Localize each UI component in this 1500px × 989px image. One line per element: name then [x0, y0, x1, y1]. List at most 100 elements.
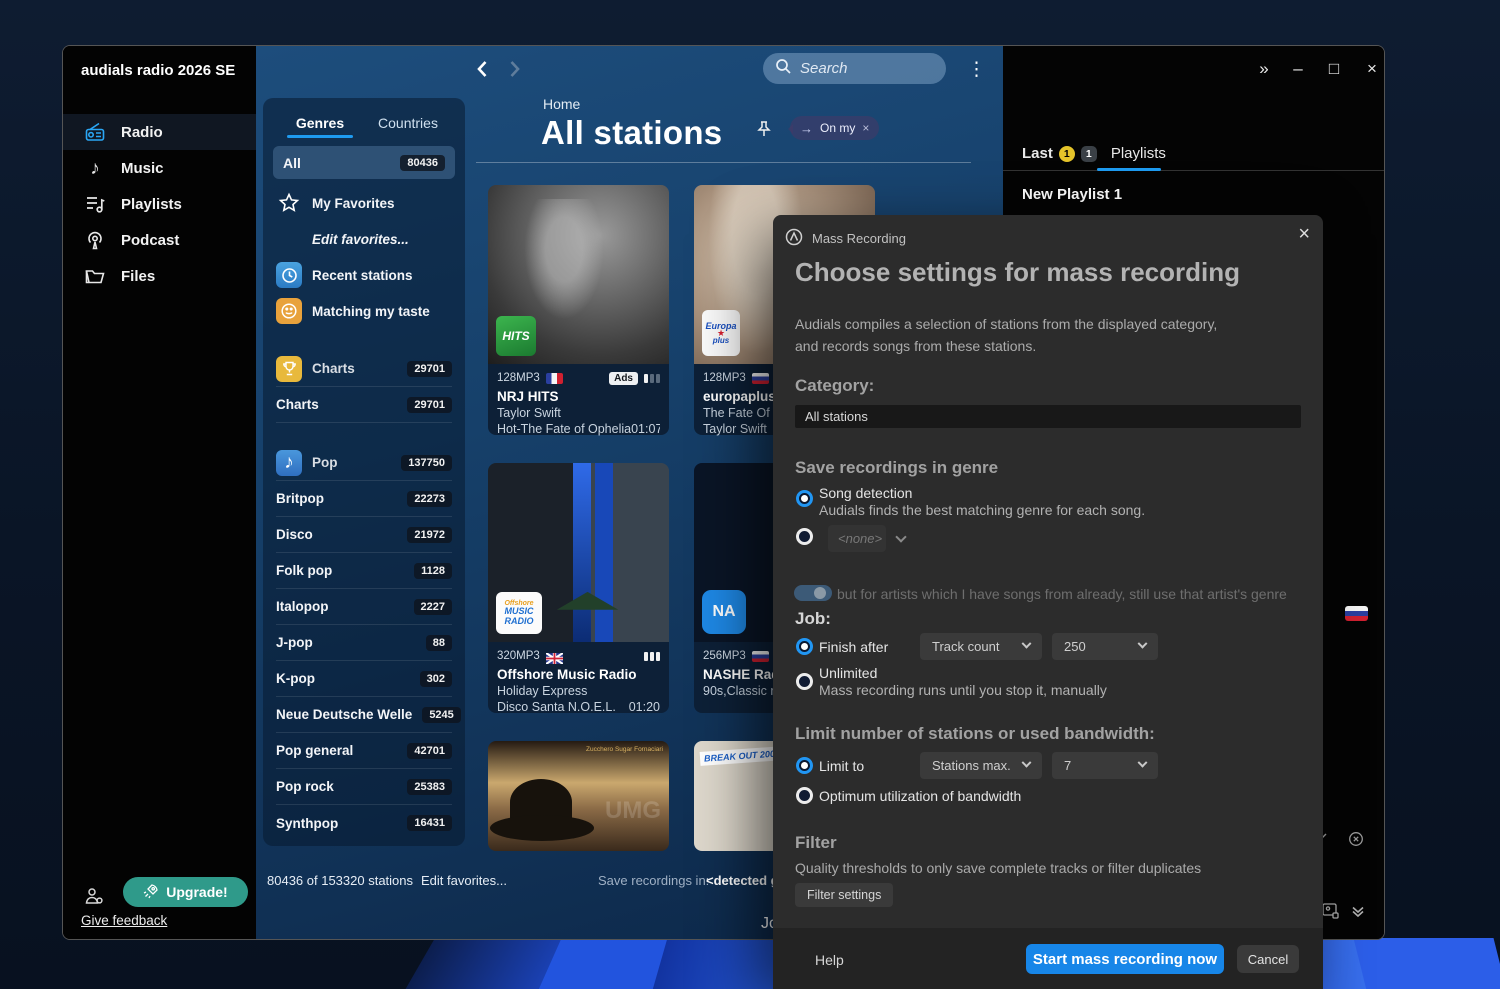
minimize-icon[interactable]: – [1285, 59, 1311, 79]
genre-group-charts[interactable]: Charts 29701 [276, 351, 452, 387]
genre-item-my-favorites[interactable]: My Favorites [276, 185, 452, 221]
genre-item-disco[interactable]: Disco 21972 [276, 517, 452, 553]
tab-genres[interactable]: Genres [276, 108, 364, 138]
sidebar: audials radio 2026 SE Radio ♪ Music Play… [63, 46, 256, 939]
category-input[interactable] [795, 405, 1301, 428]
chip-close-icon[interactable]: × [862, 121, 869, 135]
pin-icon[interactable] [754, 119, 774, 144]
give-feedback-link[interactable]: Give feedback [81, 913, 167, 928]
genre-item-charts[interactable]: Charts 29701 [276, 387, 452, 423]
tabs-separator [1003, 170, 1384, 171]
sidebar-item-podcast[interactable]: Podcast [63, 222, 256, 258]
maximize-icon[interactable]: □ [1321, 59, 1347, 79]
song-detection-radio[interactable] [796, 490, 813, 507]
flag-russia-icon[interactable] [1345, 606, 1368, 621]
station-logo: HITS [496, 316, 536, 356]
stations-max-dropdown[interactable]: 7 [1052, 752, 1158, 779]
tab-last[interactable]: Last [1022, 145, 1053, 162]
finish-after-radio[interactable] [796, 638, 813, 655]
edit-favorites-link[interactable]: Edit favorites... [421, 873, 507, 888]
genre-item-k-pop[interactable]: K-pop 302 [276, 661, 452, 697]
sidebar-item-label: Files [121, 267, 156, 285]
sidebar-item-radio[interactable]: Radio [63, 114, 256, 150]
genre-item-recent-stations[interactable]: Recent stations [276, 257, 452, 293]
optimum-bandwidth-label: Optimum utilization of bandwidth [819, 788, 1022, 804]
playlist-icon [83, 193, 107, 215]
genre-item-j-pop[interactable]: J-pop 88 [276, 625, 452, 661]
back-arrow-icon[interactable] [472, 58, 494, 80]
sidebar-item-label: Podcast [121, 231, 180, 249]
genre-item-pop-general[interactable]: Pop general 42701 [276, 733, 452, 769]
fixed-genre-radio[interactable] [796, 528, 813, 545]
chevron-down-icon[interactable] [895, 531, 907, 543]
close-window-icon[interactable]: × [1359, 59, 1384, 79]
app-title: audials radio 2026 SE [81, 62, 236, 79]
last-count-badge-yellow: 1 [1058, 145, 1075, 162]
station-song: Hot-The Fate of Ophelia [497, 422, 632, 436]
pop-music-icon: ♪ [276, 449, 302, 476]
close-dialog-icon[interactable]: × [1298, 223, 1310, 246]
finish-mode-dropdown[interactable]: Track count [920, 633, 1042, 660]
stations-count: 80436 of 153320 stations [267, 873, 414, 888]
search-input[interactable] [800, 60, 920, 77]
genre-item-all[interactable]: All 80436 [273, 146, 455, 179]
cancel-button[interactable]: Cancel [1237, 945, 1299, 973]
export-tracks-icon[interactable] [1321, 901, 1340, 925]
breadcrumb[interactable]: Home [543, 96, 580, 112]
filter-description: Quality thresholds to only save complete… [795, 860, 1202, 876]
user-settings-icon[interactable] [83, 885, 105, 912]
wallpaper-petal [1352, 938, 1500, 989]
genre-group-pop[interactable]: ♪ Pop 137750 [276, 445, 452, 481]
unlimited-radio[interactable] [796, 673, 813, 690]
bitrate-label: 128MP3 [703, 372, 746, 384]
track-count-dropdown[interactable]: 250 [1052, 633, 1158, 660]
search-bar[interactable] [763, 53, 946, 84]
limit-to-radio[interactable] [796, 757, 813, 774]
forward-arrow-icon[interactable] [503, 58, 525, 80]
start-mass-recording-button[interactable]: Start mass recording now [1026, 944, 1224, 974]
help-link[interactable]: Help [815, 952, 844, 968]
unlimited-sub: Mass recording runs until you stop it, m… [819, 682, 1107, 698]
upgrade-button[interactable]: Upgrade! [123, 877, 248, 907]
station-cover-image: Zucchero Sugar Fornaciari UMG [488, 741, 669, 851]
genre-select-disabled[interactable]: <none> [828, 525, 886, 552]
genre-item-italopop[interactable]: Italopop 2227 [276, 589, 452, 625]
remove-circle-icon[interactable] [1348, 831, 1364, 852]
genre-item-neue-deutsche-welle[interactable]: Neue Deutsche Welle 5245 [276, 697, 461, 733]
chevron-down-icon [1021, 638, 1032, 649]
station-card-partial-1[interactable]: Zucchero Sugar Fornaciari UMG [488, 741, 669, 851]
artist-genre-toggle[interactable] [794, 585, 832, 601]
sidebar-item-files[interactable]: Files [63, 258, 256, 294]
filter-chip-on-my[interactable]: → On my × [787, 116, 880, 140]
station-cover-image: Offshore MUSIC RADIO [488, 463, 669, 642]
folder-icon [83, 265, 107, 287]
tab-playlists[interactable]: Playlists [1111, 145, 1166, 162]
sidebar-item-music[interactable]: ♪ Music [63, 150, 256, 186]
tab-countries[interactable]: Countries [364, 108, 452, 138]
station-card-nrj-hits[interactable]: HITS 128MP3 Ads NRJ HITS Taylor Swift Ho… [488, 185, 669, 436]
genre-item-synthpop[interactable]: Synthpop 16431 [276, 805, 452, 841]
station-card-offshore[interactable]: Offshore MUSIC RADIO 320MP3 Offshore Mus… [488, 463, 669, 714]
filter-settings-button[interactable]: Filter settings [795, 883, 894, 907]
playlist-item[interactable]: New Playlist 1 [1022, 186, 1122, 203]
sidebar-nav: Radio ♪ Music Playlists Podcast Files [63, 114, 256, 294]
sidebar-item-playlists[interactable]: Playlists [63, 186, 256, 222]
dialog-description: Audials compiles a selection of stations… [795, 316, 1218, 332]
genre-item-matching-my-taste[interactable]: Matching my taste [276, 293, 452, 329]
count-badge: 29701 [407, 396, 452, 413]
limit-mode-dropdown[interactable]: Stations max. [920, 752, 1042, 779]
station-artist: Holiday Express [497, 684, 588, 698]
station-artist: Taylor Swift [497, 406, 561, 420]
double-chevron-down-icon[interactable] [1350, 903, 1366, 924]
genre-item-folk-pop[interactable]: Folk pop 1128 [276, 553, 452, 589]
count-badge: 29701 [407, 360, 452, 377]
cover-caption: BREAK OUT 2000 [699, 746, 785, 766]
overflow-menu-icon[interactable]: ⋮ [967, 58, 986, 81]
genre-item-pop-rock[interactable]: Pop rock 25383 [276, 769, 452, 805]
expand-panel-icon[interactable]: » [1251, 59, 1277, 79]
last-count-badge-gray: 1 [1080, 145, 1097, 162]
optimum-bandwidth-radio[interactable] [796, 787, 813, 804]
edit-favorites-link[interactable]: Edit favorites... [276, 221, 452, 257]
genre-item-britpop[interactable]: Britpop 22273 [276, 481, 452, 517]
toggle-knob [814, 587, 826, 599]
